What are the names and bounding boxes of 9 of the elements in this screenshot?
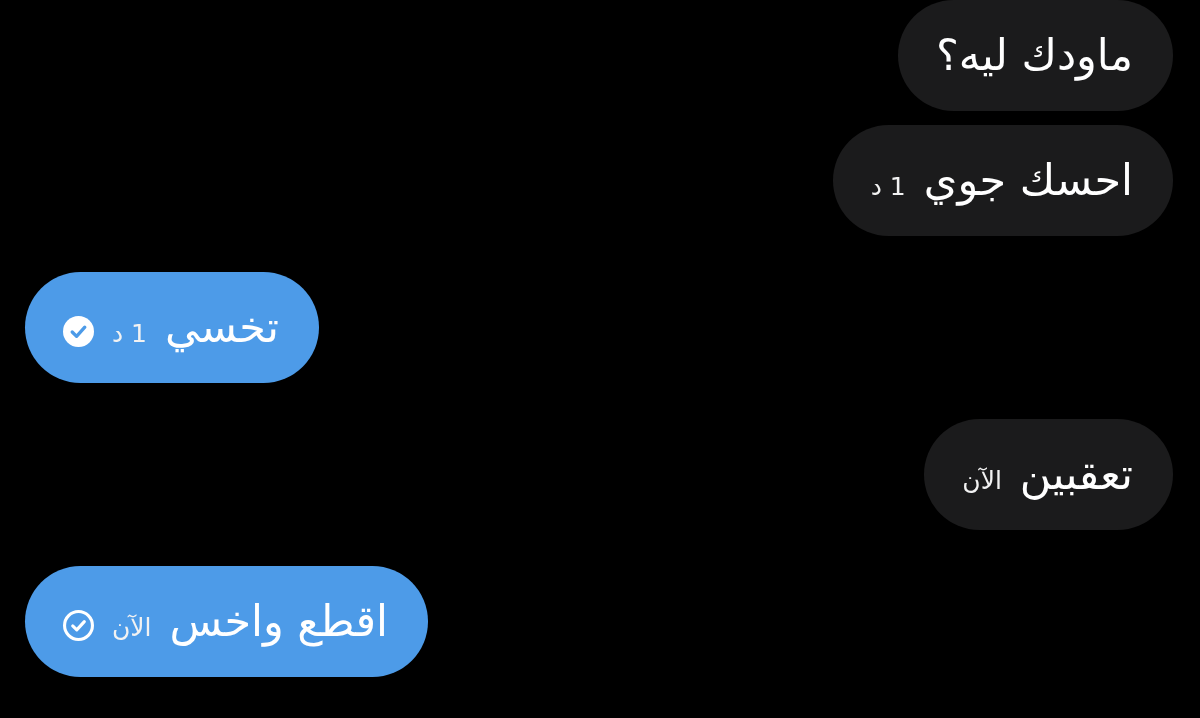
message-text: تخسي [165, 301, 279, 354]
message-time: الآن [112, 611, 152, 643]
message-text: اقطع واخس [169, 595, 389, 648]
message-time: 1 د [112, 317, 147, 349]
message-time: الآن [962, 464, 1002, 496]
message-text: تعقبين [1019, 448, 1133, 501]
message-text: ماودك ليه؟ [935, 29, 1133, 82]
message-text: احسك جوي [923, 154, 1133, 207]
message-time: 1 د [870, 170, 906, 202]
